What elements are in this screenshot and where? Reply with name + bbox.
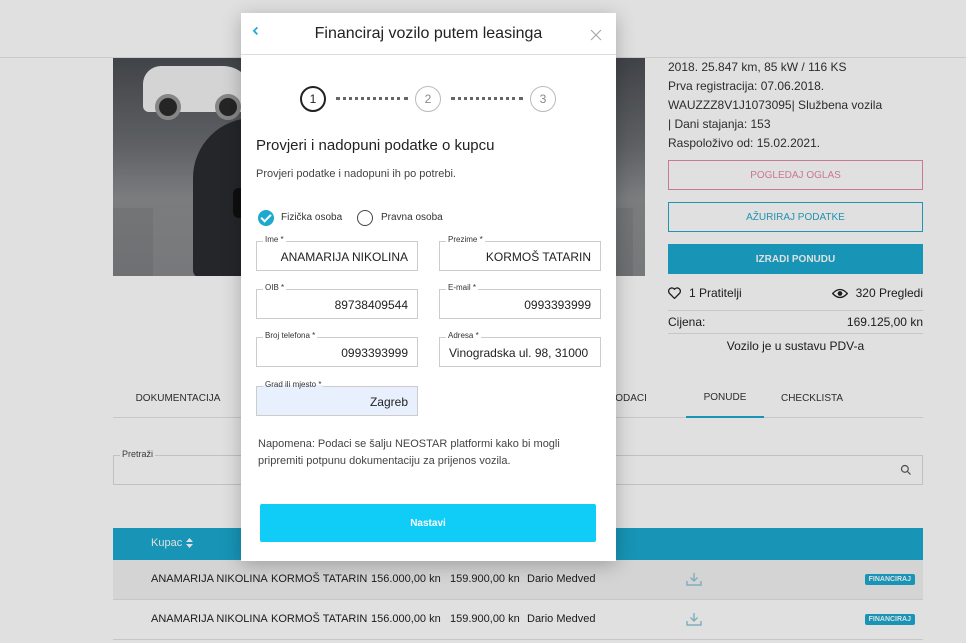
address-field[interactable]: Adresa * Vinogradska ul. 98, 31000 bbox=[439, 331, 601, 367]
oib-field[interactable]: OIB * 89738409544 bbox=[256, 283, 418, 319]
city-value: Zagreb bbox=[369, 395, 408, 409]
address-value: Vinogradska ul. 98, 31000 bbox=[449, 346, 589, 360]
first-name-value: ANAMARIJA NIKOLINA bbox=[280, 250, 408, 264]
section-heading: Provjeri i nadopuni podatke o kupcu bbox=[256, 137, 495, 154]
phone-field[interactable]: Broj telefona * 0993393999 bbox=[256, 331, 418, 367]
oib-label: OIB * bbox=[263, 283, 287, 292]
legal-person-label[interactable]: Pravna osoba bbox=[381, 212, 443, 223]
step-3: 3 bbox=[530, 86, 556, 112]
step-connector bbox=[336, 97, 408, 101]
first-name-label: Ime * bbox=[263, 235, 286, 244]
legal-person-radio[interactable] bbox=[357, 210, 373, 226]
email-label: E-mail * bbox=[446, 283, 479, 292]
phone-value: 0993393999 bbox=[341, 346, 408, 360]
last-name-field[interactable]: Prezime * KORMOŠ TATARIN bbox=[439, 235, 601, 271]
step-1: 1 bbox=[300, 86, 326, 112]
phone-label: Broj telefona * bbox=[263, 331, 318, 340]
email-value: 0993393999 bbox=[524, 298, 591, 312]
note-text: Napomena: Podaci se šalju NEOSTAR platfo… bbox=[258, 438, 560, 467]
modal-title: Financiraj vozilo putem leasinga bbox=[314, 25, 543, 42]
modal-header: Financiraj vozilo putem leasinga bbox=[241, 13, 616, 55]
step-connector bbox=[451, 97, 523, 101]
first-name-field[interactable]: Ime * ANAMARIJA NIKOLINA bbox=[256, 235, 418, 271]
leasing-modal: Financiraj vozilo putem leasinga 1 2 3 P… bbox=[241, 13, 616, 561]
city-label: Grad ili mjesto * bbox=[263, 380, 324, 389]
close-icon[interactable] bbox=[590, 29, 602, 41]
oib-value: 89738409544 bbox=[334, 298, 408, 312]
natural-person-radio[interactable] bbox=[258, 210, 274, 226]
natural-person-label[interactable]: Fizička osoba bbox=[281, 212, 342, 223]
step-2: 2 bbox=[415, 86, 441, 112]
address-label: Adresa * bbox=[446, 331, 481, 340]
email-field[interactable]: E-mail * 0993393999 bbox=[439, 283, 601, 319]
section-subheading: Provjeri podatke i nadopuni ih po potreb… bbox=[256, 168, 456, 180]
last-name-label: Prezime * bbox=[446, 235, 485, 244]
city-field[interactable]: Grad ili mjesto * Zagreb bbox=[256, 380, 418, 416]
last-name-value: KORMOŠ TATARIN bbox=[485, 250, 591, 264]
next-button[interactable]: Nastavi bbox=[260, 504, 596, 542]
